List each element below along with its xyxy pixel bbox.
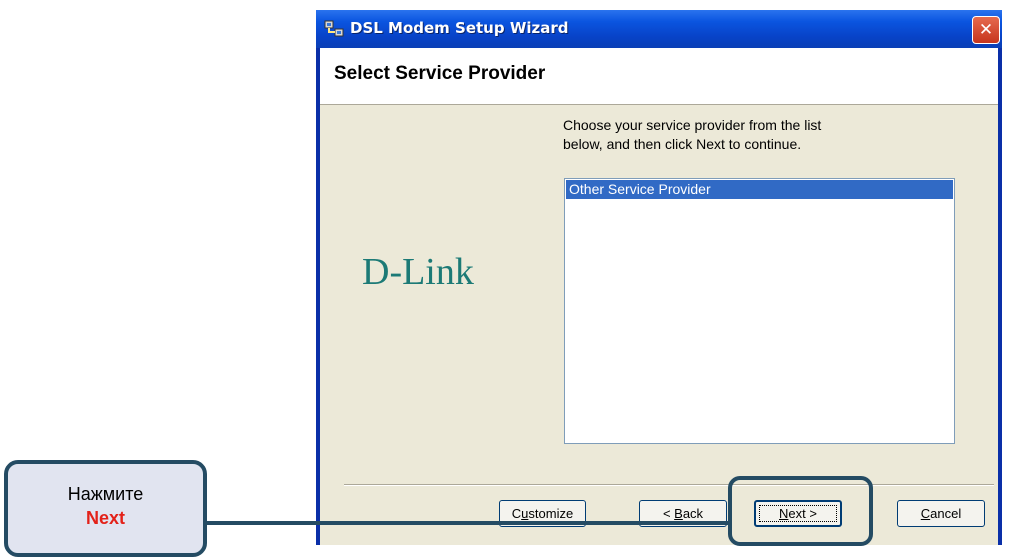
- close-button[interactable]: ✕: [972, 16, 1000, 44]
- button-separator: [344, 484, 994, 486]
- instruction-text: Choose your service provider from the li…: [563, 116, 933, 154]
- customize-button-label: Customize: [511, 506, 574, 521]
- callout-text-next: Next: [85, 508, 125, 528]
- back-button-label: < Back: [662, 506, 704, 521]
- callout-connector-line: [207, 521, 728, 525]
- page-title: Select Service Provider: [334, 63, 546, 84]
- setup-wizard-window: DSL Modem Setup Wizard ✕ Select Service …: [316, 10, 1002, 545]
- cancel-button[interactable]: Cancel: [897, 500, 985, 527]
- instruction-line-1: Choose your service provider from the li…: [563, 117, 822, 133]
- wizard-header: Select Service Provider: [320, 48, 998, 105]
- service-provider-list[interactable]: Other Service Provider: [564, 178, 955, 444]
- next-button-highlight: [728, 476, 873, 546]
- callout-text-press: Нажмите: [67, 484, 144, 504]
- network-setup-icon: [324, 20, 344, 37]
- close-icon: ✕: [978, 20, 994, 40]
- instruction-line-2: below, and then click Next to continue.: [563, 136, 802, 152]
- wizard-client-area: Select Service Provider D-Link Choose yo…: [320, 48, 998, 545]
- cancel-button-label: Cancel: [920, 506, 962, 521]
- d-link-logo: D-Link: [362, 251, 474, 293]
- window-title: DSL Modem Setup Wizard: [350, 19, 569, 37]
- list-item-other-service-provider[interactable]: Other Service Provider: [566, 180, 953, 199]
- title-bar[interactable]: DSL Modem Setup Wizard ✕: [316, 10, 1002, 48]
